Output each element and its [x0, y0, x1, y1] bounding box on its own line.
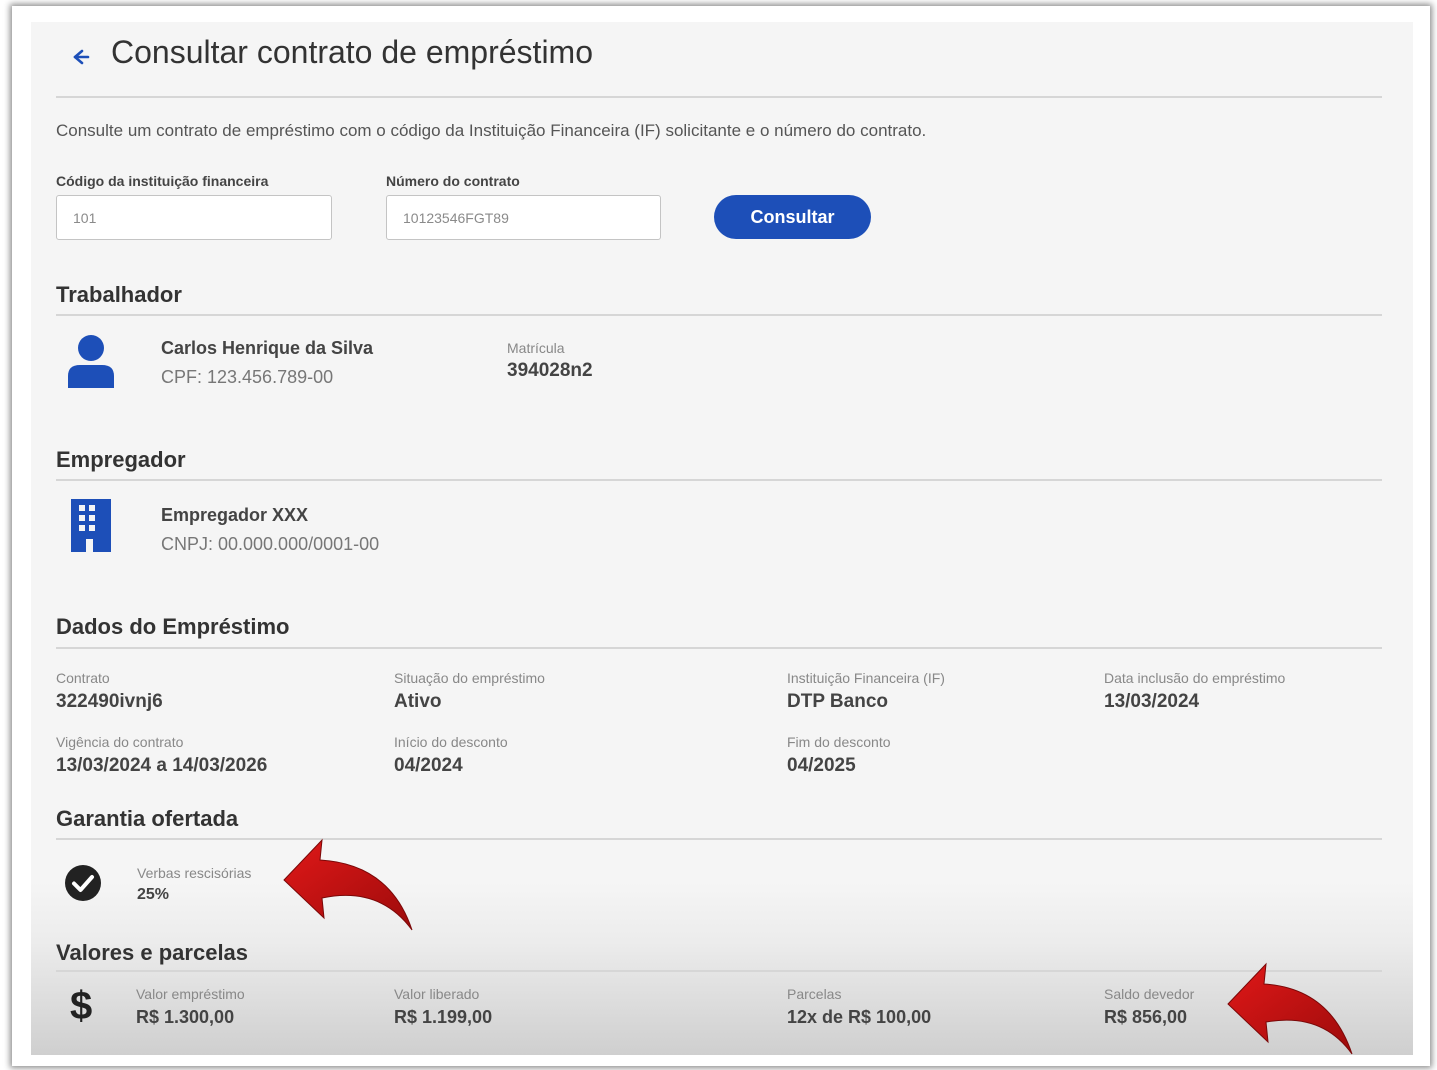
values-section-title: Valores e parcelas — [56, 940, 249, 965]
loan-field-label: Data inclusão do empréstimo — [1104, 670, 1286, 686]
guarantee-label: Verbas rescisórias — [137, 865, 252, 881]
worker-divider — [56, 314, 1382, 316]
loan-field-value: Ativo — [394, 691, 442, 712]
person-icon — [68, 335, 114, 388]
worker-cpf: CPF: 123.456.789-00 — [161, 367, 334, 387]
loan-section-title: Dados do Empréstimo — [56, 614, 290, 639]
annotation-arrow-balance — [1227, 962, 1353, 1055]
values-field-label: Valor liberado — [394, 986, 480, 1002]
institution-code-label: Código da instituição financeira — [56, 173, 269, 189]
loan-field-label: Início do desconto — [394, 734, 508, 750]
employer-divider — [56, 479, 1382, 481]
registration-value: 394028n2 — [507, 360, 593, 381]
loan-field-label: Instituição Financeira (IF) — [787, 670, 945, 686]
dollar-icon: $ — [70, 984, 93, 1028]
loan-field-value: 13/03/2024 a 14/03/2026 — [56, 755, 268, 776]
guarantee-value: 25% — [137, 886, 170, 903]
consultar-button[interactable]: Consultar — [714, 195, 871, 239]
arrow-left-icon[interactable] — [68, 44, 90, 70]
values-field-label: Parcelas — [787, 986, 842, 1002]
loan-field-label: Vigência do contrato — [56, 734, 184, 750]
worker-section-title: Trabalhador — [56, 282, 182, 307]
registration-label: Matrícula — [507, 340, 565, 356]
loan-field-value: 322490ivnj6 — [56, 691, 163, 712]
values-field-value: R$ 1.300,00 — [136, 1007, 235, 1027]
loan-divider — [56, 647, 1382, 649]
intro-text: Consulte um contrato de empréstimo com o… — [56, 121, 927, 140]
guarantee-divider — [56, 838, 1382, 840]
loan-field-value: 13/03/2024 — [1104, 691, 1200, 712]
loan-field-label: Contrato — [56, 670, 110, 686]
values-field-value: R$ 856,00 — [1104, 1007, 1188, 1027]
employer-name: Empregador XXX — [161, 505, 309, 525]
employer-cnpj: CNPJ: 00.000.000/0001-00 — [161, 534, 380, 554]
building-icon — [71, 499, 111, 552]
loan-field-value: 04/2024 — [394, 755, 463, 776]
worker-name: Carlos Henrique da Silva — [161, 338, 374, 358]
contract-number-label: Número do contrato — [386, 173, 520, 189]
values-field-label: Valor empréstimo — [136, 986, 245, 1002]
annotation-arrow-guarantee — [283, 838, 413, 931]
contract-number-input[interactable]: 10123546FGT89 — [386, 195, 661, 240]
loan-field-label: Fim do desconto — [787, 734, 891, 750]
header-divider — [56, 96, 1382, 98]
loan-field-value: 04/2025 — [787, 755, 856, 776]
values-field-value: R$ 1.199,00 — [394, 1007, 493, 1027]
employer-section-title: Empregador — [56, 447, 186, 472]
guarantee-section-title: Garantia ofertada — [56, 806, 239, 831]
check-circle-icon — [65, 865, 101, 901]
values-divider — [56, 970, 1382, 972]
loan-field-label: Situação do empréstimo — [394, 670, 545, 686]
loan-field-value: DTP Banco — [787, 691, 889, 712]
values-field-label: Saldo devedor — [1104, 986, 1195, 1002]
values-field-value: 12x de R$ 100,00 — [787, 1007, 932, 1027]
institution-code-input[interactable]: 101 — [56, 195, 332, 240]
page-title: Consultar contrato de empréstimo — [111, 34, 593, 70]
